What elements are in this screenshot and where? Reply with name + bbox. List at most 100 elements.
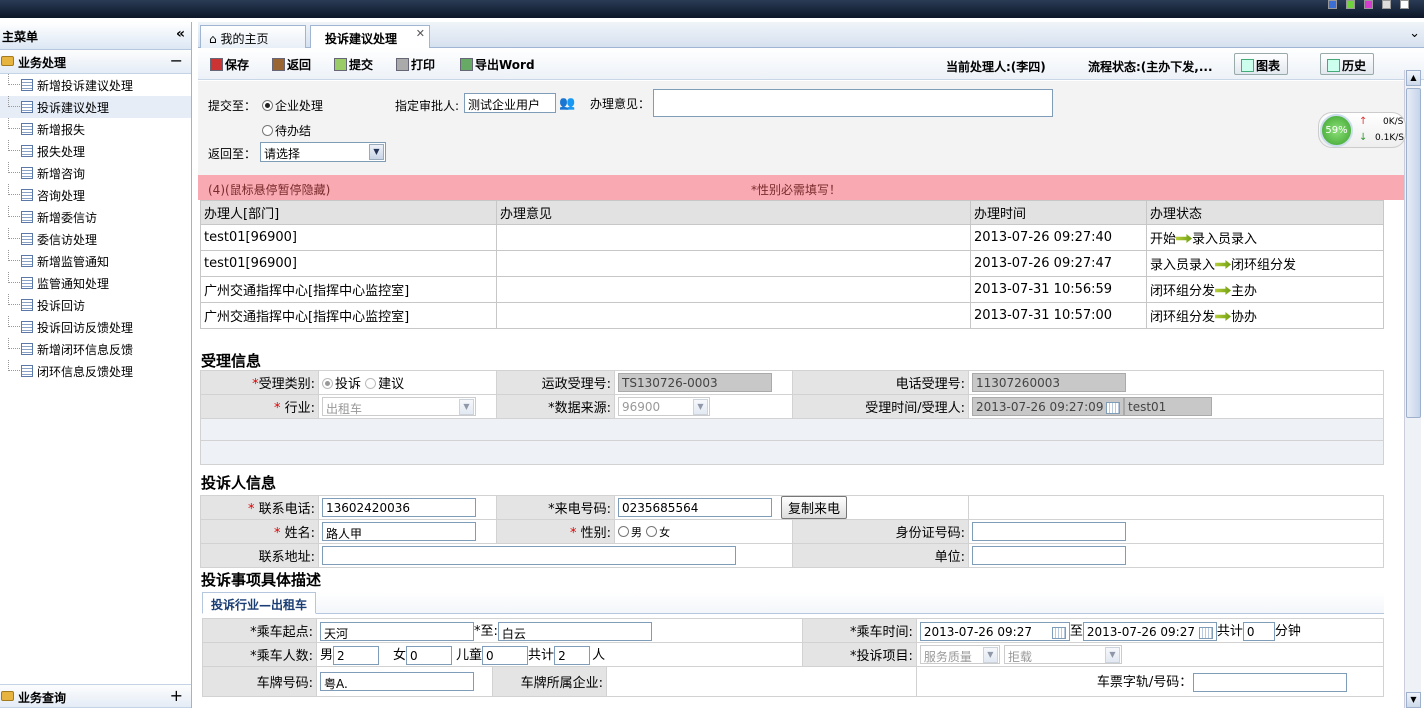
sidebar-item-label: 投诉回访 xyxy=(37,299,86,313)
copy-incoming-button[interactable]: 复制来电 xyxy=(781,496,848,519)
tree-line xyxy=(8,162,20,173)
alert-bar[interactable]: (4)(鼠标悬停暂停隐藏) *性别必需填写！ xyxy=(198,175,1404,200)
phone-input[interactable]: 13602420036 xyxy=(322,498,476,517)
sidebar-item[interactable]: 新增委信访 xyxy=(0,206,191,228)
sidebar-group-query[interactable]: 业务查询 + xyxy=(0,684,191,708)
print-button[interactable]: 打印 xyxy=(396,56,435,73)
table-row: test01[96900] 2013-07-26 09:27:47 录入员录入 闭环组… xyxy=(200,250,1384,277)
table-icon xyxy=(21,277,33,289)
minutes-input[interactable]: 0 xyxy=(1242,622,1275,641)
end-input[interactable]: 白云 xyxy=(497,622,652,641)
sidebar-item[interactable]: 新增闭环信息反馈 xyxy=(0,338,191,360)
sidebar-item-label: 新增闭环信息反馈 xyxy=(37,343,134,357)
window-button[interactable] xyxy=(1346,0,1355,9)
folder-icon xyxy=(1,56,14,66)
save-button[interactable]: 保存 xyxy=(210,56,249,73)
minus-icon[interactable]: − xyxy=(170,51,183,70)
tab-home[interactable]: ⌂ 我的主页 xyxy=(200,25,306,48)
users-icon[interactable]: 👥 xyxy=(559,96,575,111)
table-icon xyxy=(21,233,33,245)
sidebar-group-business[interactable]: 业务处理 − xyxy=(0,50,191,74)
tab-taxi[interactable]: 投诉行业—出租车 xyxy=(202,592,317,614)
return-select[interactable]: 请选择 ▼ xyxy=(260,142,386,162)
scroll-thumb[interactable] xyxy=(1406,88,1421,418)
sidebar-item[interactable]: 闭环信息反馈处理 xyxy=(0,360,191,382)
name-input[interactable]: 路人甲 xyxy=(322,522,476,541)
tab-complaint[interactable]: 投诉建议处理 ✕ xyxy=(310,25,430,49)
child-count-input[interactable]: 0 xyxy=(482,646,529,665)
sidebar-item-label: 闭环信息反馈处理 xyxy=(37,365,134,379)
sidebar-item[interactable]: 投诉建议处理 xyxy=(0,96,191,118)
sum-count-input[interactable]: 2 xyxy=(554,646,591,665)
field-cell: 13602420036 xyxy=(318,495,497,520)
radio-female[interactable]: 女 xyxy=(646,525,670,540)
window-button[interactable] xyxy=(1400,0,1409,9)
ride-start-time[interactable]: 2013-07-26 09:27 xyxy=(919,622,1070,641)
column-header: 办理意见 xyxy=(496,200,971,225)
ride-end-time[interactable]: 2013-07-26 09:27 xyxy=(1082,622,1217,641)
network-monitor-widget[interactable]: 59% ↑ 0K/S ↓ 0.1K/S xyxy=(1318,112,1406,148)
accept-time-field[interactable]: 2013-07-26 09:27:09 xyxy=(972,397,1124,416)
complaint-item-select[interactable]: 服务质量 ▼ xyxy=(919,645,1000,664)
table-row: 广州交通指挥中心[指挥中心监控室] 2013-07-31 10:56:59 闭环组分… xyxy=(200,276,1384,303)
window-button[interactable] xyxy=(1328,0,1337,9)
tel-no-field[interactable]: 11307260003 xyxy=(972,373,1126,392)
radio-suggestion[interactable]: 建议 xyxy=(365,377,404,392)
close-icon[interactable]: ✕ xyxy=(416,27,425,40)
submit-button[interactable]: 提交 xyxy=(334,56,373,73)
source-value: 96900 xyxy=(622,400,661,414)
start-input[interactable]: 天河 xyxy=(320,622,474,641)
radio-complaint[interactable]: 投诉 xyxy=(322,377,361,392)
scroll-up-icon[interactable]: ▲ xyxy=(1406,70,1421,86)
address-input[interactable] xyxy=(322,546,736,565)
window-button[interactable] xyxy=(1364,0,1373,9)
male-label: 男 xyxy=(320,648,334,663)
history-button[interactable]: 历史 xyxy=(1320,53,1374,75)
sidebar-item[interactable]: 新增投诉建议处理 xyxy=(0,74,191,96)
radio-enterprise[interactable]: 企业处理 xyxy=(262,97,323,114)
chevron-down-icon: ▼ xyxy=(1104,647,1120,663)
back-button[interactable]: 返回 xyxy=(272,56,311,73)
sidebar-item[interactable]: 咨询处理 xyxy=(0,184,191,206)
sidebar-item[interactable]: 新增监管通知 xyxy=(0,250,191,272)
id-input[interactable] xyxy=(972,522,1126,541)
chart-button[interactable]: 图表 xyxy=(1234,53,1288,75)
radio-pending[interactable]: 待办结 xyxy=(262,122,311,139)
complaint-subitem-select[interactable]: 拒载 ▼ xyxy=(1003,645,1122,664)
table-icon xyxy=(21,321,33,333)
plus-icon[interactable]: + xyxy=(170,686,183,705)
calendar-icon[interactable] xyxy=(1051,627,1066,639)
sidebar-item[interactable]: 委信访处理 xyxy=(0,228,191,250)
field-label: * 联系电话: xyxy=(200,495,319,520)
case-no-field[interactable]: TS130726-0003 xyxy=(618,373,772,392)
male-count-input[interactable]: 2 xyxy=(333,646,380,665)
plate-input[interactable]: 粤A. xyxy=(320,672,474,691)
sidebar-item[interactable]: 新增咨询 xyxy=(0,162,191,184)
female-count-input[interactable]: 0 xyxy=(406,646,453,665)
ticket-input[interactable] xyxy=(1192,673,1347,692)
scroll-down-icon[interactable]: ▼ xyxy=(1406,692,1421,708)
sidebar-item[interactable]: 投诉回访 xyxy=(0,294,191,316)
sidebar-item[interactable]: 投诉回访反馈处理 xyxy=(0,316,191,338)
accept-user-field[interactable]: test01 xyxy=(1124,397,1212,416)
status-from: 开始 xyxy=(1150,232,1177,247)
industry-select[interactable]: 出租车 ▼ xyxy=(322,397,476,416)
calendar-icon[interactable] xyxy=(1198,627,1213,639)
chevron-down-icon: ▼ xyxy=(459,399,474,415)
field-cell: 天河 *至: 白云 xyxy=(316,618,803,643)
window-button[interactable] xyxy=(1382,0,1391,9)
chevron-down-icon[interactable]: ⌄ xyxy=(1409,26,1420,41)
radio-male[interactable]: 男 xyxy=(618,525,642,540)
vertical-scrollbar[interactable]: ▲ ▼ xyxy=(1404,70,1421,708)
incoming-input[interactable]: 0235685564 xyxy=(618,498,772,517)
sidebar-item[interactable]: 报失处理 xyxy=(0,140,191,162)
export-word-button[interactable]: 导出Word xyxy=(460,56,535,73)
source-select[interactable]: 96900 ▼ xyxy=(618,397,710,416)
collapse-icon[interactable]: « xyxy=(176,26,185,42)
approver-input[interactable]: 测试企业用户 xyxy=(464,93,556,113)
flow-status: 流程状态:(主办下发,... xyxy=(1088,60,1213,74)
unit-input[interactable] xyxy=(972,546,1126,565)
opinion-textarea[interactable] xyxy=(653,89,1053,117)
sidebar-item[interactable]: 监管通知处理 xyxy=(0,272,191,294)
sidebar-item[interactable]: 新增报失 xyxy=(0,118,191,140)
